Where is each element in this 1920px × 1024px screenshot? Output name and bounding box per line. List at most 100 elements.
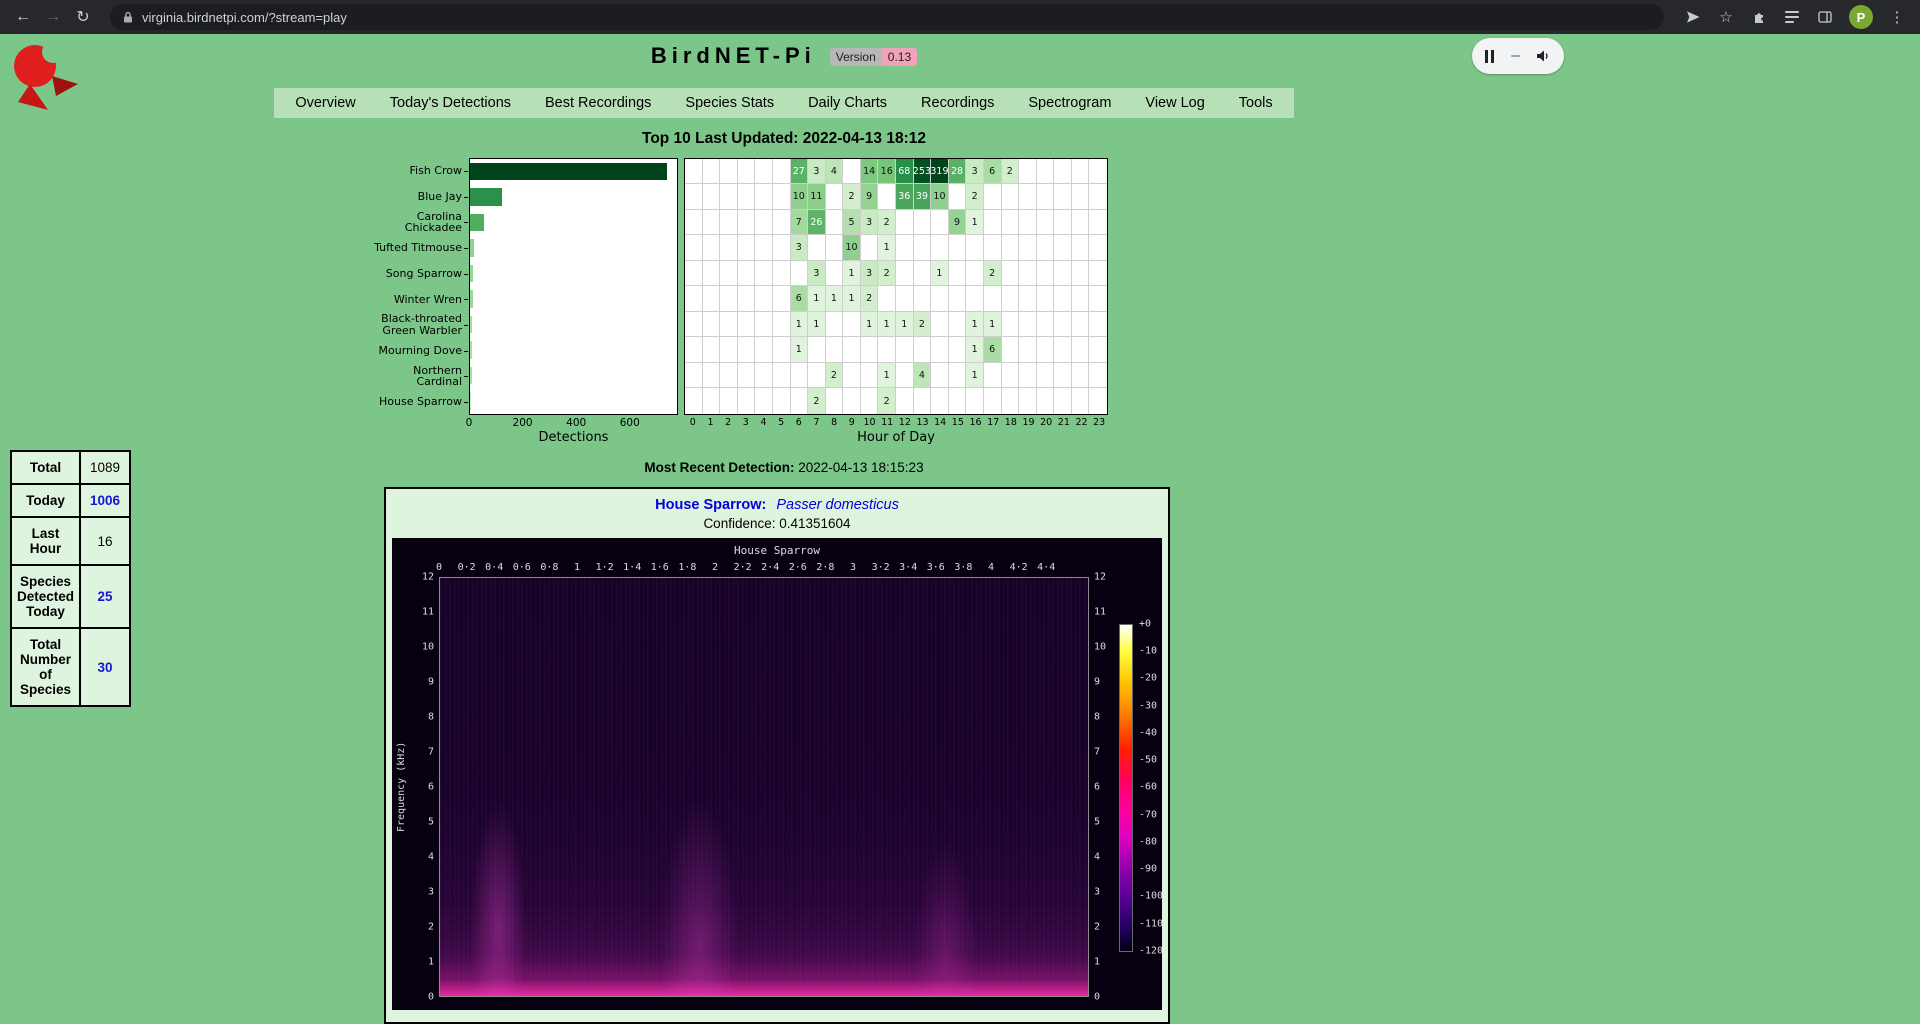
heatmap-row: 22 [685, 388, 1107, 413]
stat-value[interactable]: 30 [80, 628, 130, 706]
hour-axis-tick: 7 [813, 417, 819, 428]
reading-list-icon[interactable] [1783, 8, 1801, 26]
nav-item-view-log[interactable]: View Log [1128, 88, 1221, 118]
back-icon[interactable]: ← [10, 4, 36, 30]
nav-item-spectrogram[interactable]: Spectrogram [1011, 88, 1128, 118]
spec-freq-tick-right: 11 [1094, 606, 1106, 617]
nav-item-tools[interactable]: Tools [1222, 88, 1290, 118]
top10-chart: Fish CrowBlue JayCarolina ChickadeeTufte… [374, 158, 1110, 445]
spec-freq-tick-right: 10 [1094, 641, 1106, 652]
kebab-menu-icon[interactable]: ⋮ [1888, 8, 1906, 26]
heatmap-cell [931, 210, 949, 235]
bar-row [470, 363, 677, 388]
main-content: BirdNET-PiVersion0.13 OverviewToday's De… [0, 34, 1568, 1024]
heatmap-cell [984, 210, 1002, 235]
nav-item-recordings[interactable]: Recordings [904, 88, 1011, 118]
heatmap-cell [773, 337, 791, 362]
stat-value[interactable]: 1006 [80, 484, 130, 517]
bar-row [470, 261, 677, 286]
heatmap-cell [773, 261, 791, 286]
version-badge-label: Version [830, 48, 882, 66]
heatmap-cell [808, 337, 826, 362]
profile-avatar[interactable]: P [1849, 5, 1873, 29]
species-common-link[interactable]: House Sparrow: [655, 497, 766, 513]
heatmap-cell [685, 363, 703, 388]
hour-axis-tick: 8 [831, 417, 837, 428]
nav-item-species-stats[interactable]: Species Stats [668, 88, 791, 118]
recent-value: 2022-04-13 18:15:23 [798, 460, 923, 475]
nav-item-overview[interactable]: Overview [278, 88, 372, 118]
heatmap-cell [984, 184, 1002, 209]
species-label: House Sparrow [374, 389, 469, 415]
spec-freq-tick-left: 6 [392, 781, 434, 792]
heatmap-row: 11111211 [685, 312, 1107, 337]
heatmap-cell [1019, 363, 1037, 388]
heatmap-cell [896, 210, 914, 235]
spec-time-tick: 1·4 [623, 562, 641, 573]
spectrogram-plot [439, 577, 1089, 997]
heatmap-cell: 319 [931, 159, 949, 184]
heatmap-cell: 6 [984, 337, 1002, 362]
bar-row [470, 235, 677, 260]
url-text: virginia.birdnetpi.com/?stream=play [142, 10, 347, 25]
heatmap-cell [1002, 312, 1020, 337]
heatmap-cell: 1 [861, 312, 879, 337]
detections-bar [470, 214, 484, 231]
nav-item-best-recordings[interactable]: Best Recordings [528, 88, 668, 118]
heatmap-cell: 4 [826, 159, 844, 184]
heatmap-cell [755, 337, 773, 362]
side-panel-icon[interactable] [1816, 8, 1834, 26]
page-title: BirdNET-PiVersion0.13 [0, 43, 1568, 69]
heatmap-cell [1054, 184, 1072, 209]
heatmap-cell: 1 [966, 312, 984, 337]
heatmap-cell [931, 337, 949, 362]
heatmap-row: 72653291 [685, 210, 1107, 235]
heatmap-cell: 1 [966, 337, 984, 362]
heatmap-cell: 1 [791, 337, 809, 362]
heatmap-cell [1002, 337, 1020, 362]
heatmap-cell [826, 388, 844, 413]
heatmap-cell [1037, 312, 1055, 337]
heatmap-cell [949, 337, 967, 362]
nav-item-daily-charts[interactable]: Daily Charts [791, 88, 904, 118]
bar-row [470, 210, 677, 235]
bar-ticks: 0200400600 [469, 415, 678, 428]
heatmap-cell [896, 261, 914, 286]
heatmap-cell [1037, 337, 1055, 362]
spec-freq-tick-right: 6 [1094, 781, 1100, 792]
bookmark-star-icon[interactable]: ☆ [1717, 8, 1735, 26]
reload-icon[interactable]: ↻ [70, 4, 96, 30]
bar-axis-label: Detections [469, 430, 678, 445]
spectrogram: House Sparrow Frequency (kHz) 00·20·40·6… [392, 538, 1162, 1010]
heatmap-cell [685, 159, 703, 184]
heatmap-cell [861, 363, 879, 388]
species-latin-link[interactable]: Passer domesticus [776, 497, 899, 513]
heatmap-cell [738, 388, 756, 413]
heatmap-cell [914, 286, 932, 312]
forward-icon[interactable]: → [40, 4, 66, 30]
heatmap-cell [1072, 210, 1090, 235]
heatmap-cell [773, 235, 791, 260]
heatmap-cell [738, 184, 756, 209]
heatmap-cell [1019, 337, 1037, 362]
send-icon[interactable] [1684, 8, 1702, 26]
heatmap-cell [703, 261, 721, 286]
extensions-puzzle-icon[interactable] [1750, 8, 1768, 26]
heatmap-cell [755, 235, 773, 260]
heatmap-cell [1072, 184, 1090, 209]
heatmap-cell [720, 388, 738, 413]
heatmap: 2734141668253319283621011293639102726532… [684, 158, 1108, 415]
spec-time-tick: 0·6 [513, 562, 531, 573]
heatmap-cell: 10 [843, 235, 861, 260]
heatmap-cell [843, 363, 861, 388]
nav-item-today-s-detections[interactable]: Today's Detections [373, 88, 528, 118]
heatmap-cell [738, 235, 756, 260]
heatmap-cell [1089, 363, 1107, 388]
address-bar[interactable]: virginia.birdnetpi.com/?stream=play [110, 4, 1664, 30]
heatmap-cell [826, 261, 844, 286]
heatmap-cell [1089, 337, 1107, 362]
stat-value[interactable]: 25 [80, 565, 130, 628]
heatmap-cell: 1 [966, 363, 984, 388]
heatmap-cell [755, 261, 773, 286]
heatmap-cell [1037, 159, 1055, 184]
